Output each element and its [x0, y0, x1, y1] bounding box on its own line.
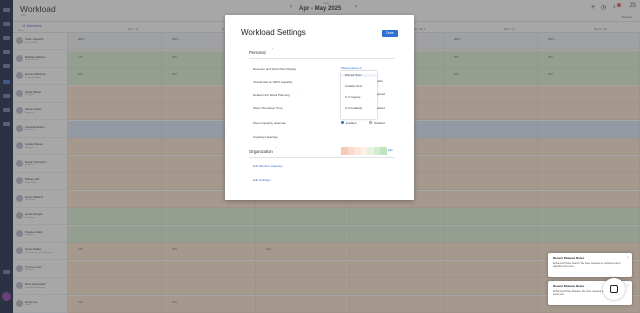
section-divider — [249, 58, 395, 59]
heatmap-swatch — [380, 147, 387, 155]
heatmap-disabled-radio[interactable] — [369, 121, 372, 124]
option-label: % of Capacity — [345, 96, 361, 99]
chat-button[interactable] — [603, 278, 625, 300]
revenue-display-select[interactable]: Planned Hours ▾ — [341, 66, 362, 70]
heatmap-enabled-label: Enabled — [346, 121, 357, 125]
edit-member-capacity-link[interactable]: Edit Member Capacity — [253, 164, 283, 168]
close-icon[interactable]: × — [627, 283, 629, 287]
edit-holidays-link[interactable]: Edit Holidays — [253, 178, 271, 182]
release-notes-title: Recent Release Notes — [553, 256, 585, 260]
chat-icon — [610, 285, 618, 293]
done-button[interactable]: Done — [382, 30, 398, 37]
checkmark-option-partial[interactable]: Label — [376, 79, 383, 83]
default-hours-asterisk: * — [299, 91, 300, 93]
heatmap-disabled-label: Disabled — [374, 121, 385, 125]
organization-section-label: Organization — [249, 149, 273, 154]
option-label: % of Availability — [345, 107, 363, 110]
option-label: Planned Hours — [345, 74, 362, 77]
workload-settings-modal: Workload Settings Done Personal * Revenu… — [225, 15, 414, 200]
default-hours-label: Default Hrs/ Week Planning — [253, 93, 290, 97]
default-hours-option-partial[interactable]: Spread — [376, 92, 385, 96]
dropdown-option[interactable]: Available Hours — [345, 85, 362, 88]
heatmap-edit-link[interactable]: Edit — [388, 149, 392, 152]
show-heatmap-label: Show Capacity Heatmap — [253, 121, 287, 125]
show-timesheet-label: Show Timesheet Time — [253, 106, 283, 110]
option-label: Available Hours — [345, 85, 363, 88]
personal-asterisk: * — [272, 48, 273, 51]
close-icon[interactable]: × — [627, 255, 629, 259]
dropdown-option[interactable]: % of Availability — [345, 107, 362, 110]
release-notes-body: Enhanced Phase Search: We have released … — [553, 262, 621, 269]
checkmark-label: Checkmark at 100% Capacity — [253, 80, 293, 84]
revenue-display-label: Revenue and Work Plan Display — [253, 67, 297, 71]
organization-asterisk: * — [276, 147, 277, 150]
section-divider — [249, 157, 395, 158]
dropdown-option[interactable]: % of Capacity — [345, 96, 360, 99]
personal-section-label: Personal — [249, 50, 266, 55]
revenue-display-dropdown: Planned Hours Available Hours % of Capac… — [341, 71, 377, 119]
capacity-heatmap-label: Capacity Heatmap — [253, 135, 278, 139]
release-notes-card[interactable]: Recent Release Notes Enhanced Phase Sear… — [548, 253, 632, 277]
modal-title: Workload Settings — [241, 28, 306, 37]
heatmap-enabled-radio[interactable] — [341, 121, 344, 124]
dropdown-option[interactable]: Planned Hours — [341, 74, 377, 77]
